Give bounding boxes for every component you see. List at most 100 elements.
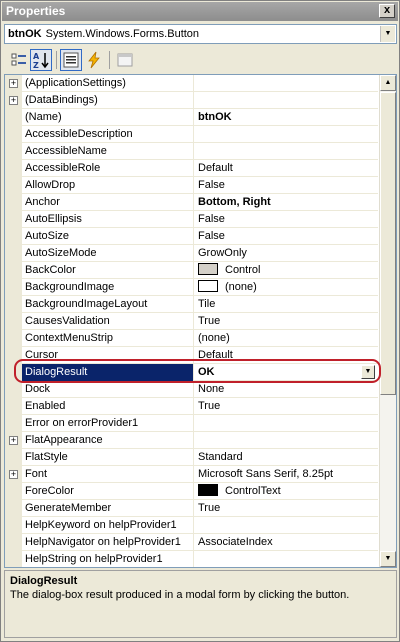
properties-view-button[interactable] <box>60 49 82 71</box>
property-name[interactable]: Enabled <box>22 398 194 415</box>
property-value[interactable]: (none) <box>195 279 378 296</box>
property-name[interactable]: AllowDrop <box>22 177 194 194</box>
property-name[interactable]: AutoSizeMode <box>22 245 194 262</box>
property-name[interactable]: AccessibleName <box>22 143 194 160</box>
categorized-view-button[interactable] <box>8 49 30 71</box>
property-row[interactable]: AutoSizeMode GrowOnly <box>5 245 378 262</box>
property-row[interactable]: DialogResult OK ▼ <box>5 364 378 381</box>
property-row[interactable]: BackgroundImageLayout Tile <box>5 296 378 313</box>
property-value[interactable]: True <box>195 398 378 415</box>
property-value[interactable] <box>195 517 378 534</box>
property-value[interactable]: AssociateIndex <box>195 534 378 551</box>
object-selector[interactable]: btnOK System.Windows.Forms.Button ▼ <box>4 24 397 44</box>
property-name[interactable]: Dock <box>22 381 194 398</box>
property-row[interactable]: AccessibleDescription <box>5 126 378 143</box>
property-value[interactable]: ControlText <box>195 483 378 500</box>
property-name[interactable]: BackColor <box>22 262 194 279</box>
property-value[interactable]: None <box>195 381 378 398</box>
property-name[interactable]: HelpString on helpProvider1 <box>22 551 194 567</box>
property-value[interactable]: Default <box>195 160 378 177</box>
property-name[interactable]: AutoEllipsis <box>22 211 194 228</box>
property-name[interactable]: AccessibleDescription <box>22 126 194 143</box>
property-name[interactable]: DialogResult <box>22 364 194 381</box>
property-value[interactable] <box>195 432 378 449</box>
property-name[interactable]: HelpNavigator on helpProvider1 <box>22 534 194 551</box>
property-name[interactable]: AutoSize <box>22 228 194 245</box>
property-value[interactable]: False <box>195 228 378 245</box>
property-row[interactable]: Dock None <box>5 381 378 398</box>
property-value[interactable]: True <box>195 500 378 517</box>
events-view-button[interactable] <box>83 49 105 71</box>
property-row[interactable]: ForeColor ControlText <box>5 483 378 500</box>
property-row[interactable]: AccessibleRole Default <box>5 160 378 177</box>
property-name[interactable]: BackgroundImageLayout <box>22 296 194 313</box>
property-name[interactable]: Font <box>22 466 194 483</box>
property-name[interactable]: CausesValidation <box>22 313 194 330</box>
property-value[interactable]: GrowOnly <box>195 245 378 262</box>
scroll-thumb[interactable] <box>380 92 396 395</box>
property-row[interactable]: BackColor Control <box>5 262 378 279</box>
property-row[interactable]: AutoEllipsis False <box>5 211 378 228</box>
property-row[interactable]: + (DataBindings) <box>5 92 378 109</box>
property-value[interactable] <box>195 92 378 109</box>
property-name[interactable]: FlatAppearance <box>22 432 194 449</box>
property-name[interactable]: (Name) <box>22 109 194 126</box>
property-row[interactable]: + FlatAppearance <box>5 432 378 449</box>
property-name[interactable]: FlatStyle <box>22 449 194 466</box>
property-value[interactable] <box>195 75 378 92</box>
expand-plus-icon[interactable]: + <box>9 436 18 445</box>
property-row[interactable]: Enabled True <box>5 398 378 415</box>
property-value[interactable]: Tile <box>195 296 378 313</box>
property-row[interactable]: + (ApplicationSettings) <box>5 75 378 92</box>
property-name[interactable]: Cursor <box>22 347 194 364</box>
property-value[interactable] <box>195 126 378 143</box>
property-value[interactable]: btnOK <box>195 109 378 126</box>
property-row[interactable]: + Font Microsoft Sans Serif, 8.25pt <box>5 466 378 483</box>
property-value[interactable]: True <box>195 313 378 330</box>
property-name[interactable]: ForeColor <box>22 483 194 500</box>
property-name[interactable]: AccessibleRole <box>22 160 194 177</box>
property-name[interactable]: Error on errorProvider1 <box>22 415 194 432</box>
value-dropdown-chevron-icon[interactable]: ▼ <box>361 365 375 379</box>
property-value[interactable]: (none) <box>195 330 378 347</box>
property-name[interactable]: GenerateMember <box>22 500 194 517</box>
property-value[interactable]: Bottom, Right <box>195 194 378 211</box>
scroll-down-arrow-icon[interactable]: ▼ <box>380 551 396 567</box>
property-row[interactable]: AccessibleName <box>5 143 378 160</box>
property-name[interactable]: ContextMenuStrip <box>22 330 194 347</box>
property-value[interactable]: Default <box>195 347 378 364</box>
property-value[interactable]: False <box>195 177 378 194</box>
property-value[interactable]: Standard <box>195 449 378 466</box>
property-row[interactable]: (Name) btnOK <box>5 109 378 126</box>
property-row[interactable]: CausesValidation True <box>5 313 378 330</box>
property-name[interactable]: HelpKeyword on helpProvider1 <box>22 517 194 534</box>
property-row[interactable]: Cursor Default <box>5 347 378 364</box>
expand-plus-icon[interactable]: + <box>9 470 18 479</box>
property-row[interactable]: Error on errorProvider1 <box>5 415 378 432</box>
chevron-down-icon[interactable]: ▼ <box>380 26 395 42</box>
property-value[interactable] <box>195 143 378 160</box>
property-row[interactable]: GenerateMember True <box>5 500 378 517</box>
property-value[interactable]: Microsoft Sans Serif, 8.25pt <box>195 466 378 483</box>
property-value[interactable]: False <box>195 211 378 228</box>
alphabetical-view-button[interactable]: A Z <box>30 49 52 71</box>
vertical-scrollbar[interactable]: ▲ ▼ <box>379 75 396 567</box>
property-name[interactable]: (DataBindings) <box>22 92 194 109</box>
scroll-up-arrow-icon[interactable]: ▲ <box>380 75 396 91</box>
property-row[interactable]: FlatStyle Standard <box>5 449 378 466</box>
property-row[interactable]: AllowDrop False <box>5 177 378 194</box>
close-button[interactable]: x <box>379 4 395 18</box>
expand-plus-icon[interactable]: + <box>9 79 18 88</box>
property-row[interactable]: HelpKeyword on helpProvider1 <box>5 517 378 534</box>
property-row[interactable]: Anchor Bottom, Right <box>5 194 378 211</box>
property-name[interactable]: Anchor <box>22 194 194 211</box>
property-value[interactable]: Control <box>195 262 378 279</box>
property-value[interactable] <box>195 551 378 567</box>
property-row[interactable]: ContextMenuStrip (none) <box>5 330 378 347</box>
title-bar[interactable]: Properties x <box>2 2 398 21</box>
property-value[interactable] <box>195 415 378 432</box>
property-row[interactable]: HelpString on helpProvider1 <box>5 551 378 567</box>
property-name[interactable]: BackgroundImage <box>22 279 194 296</box>
property-name[interactable]: (ApplicationSettings) <box>22 75 194 92</box>
property-row[interactable]: HelpNavigator on helpProvider1 AssociateI… <box>5 534 378 551</box>
